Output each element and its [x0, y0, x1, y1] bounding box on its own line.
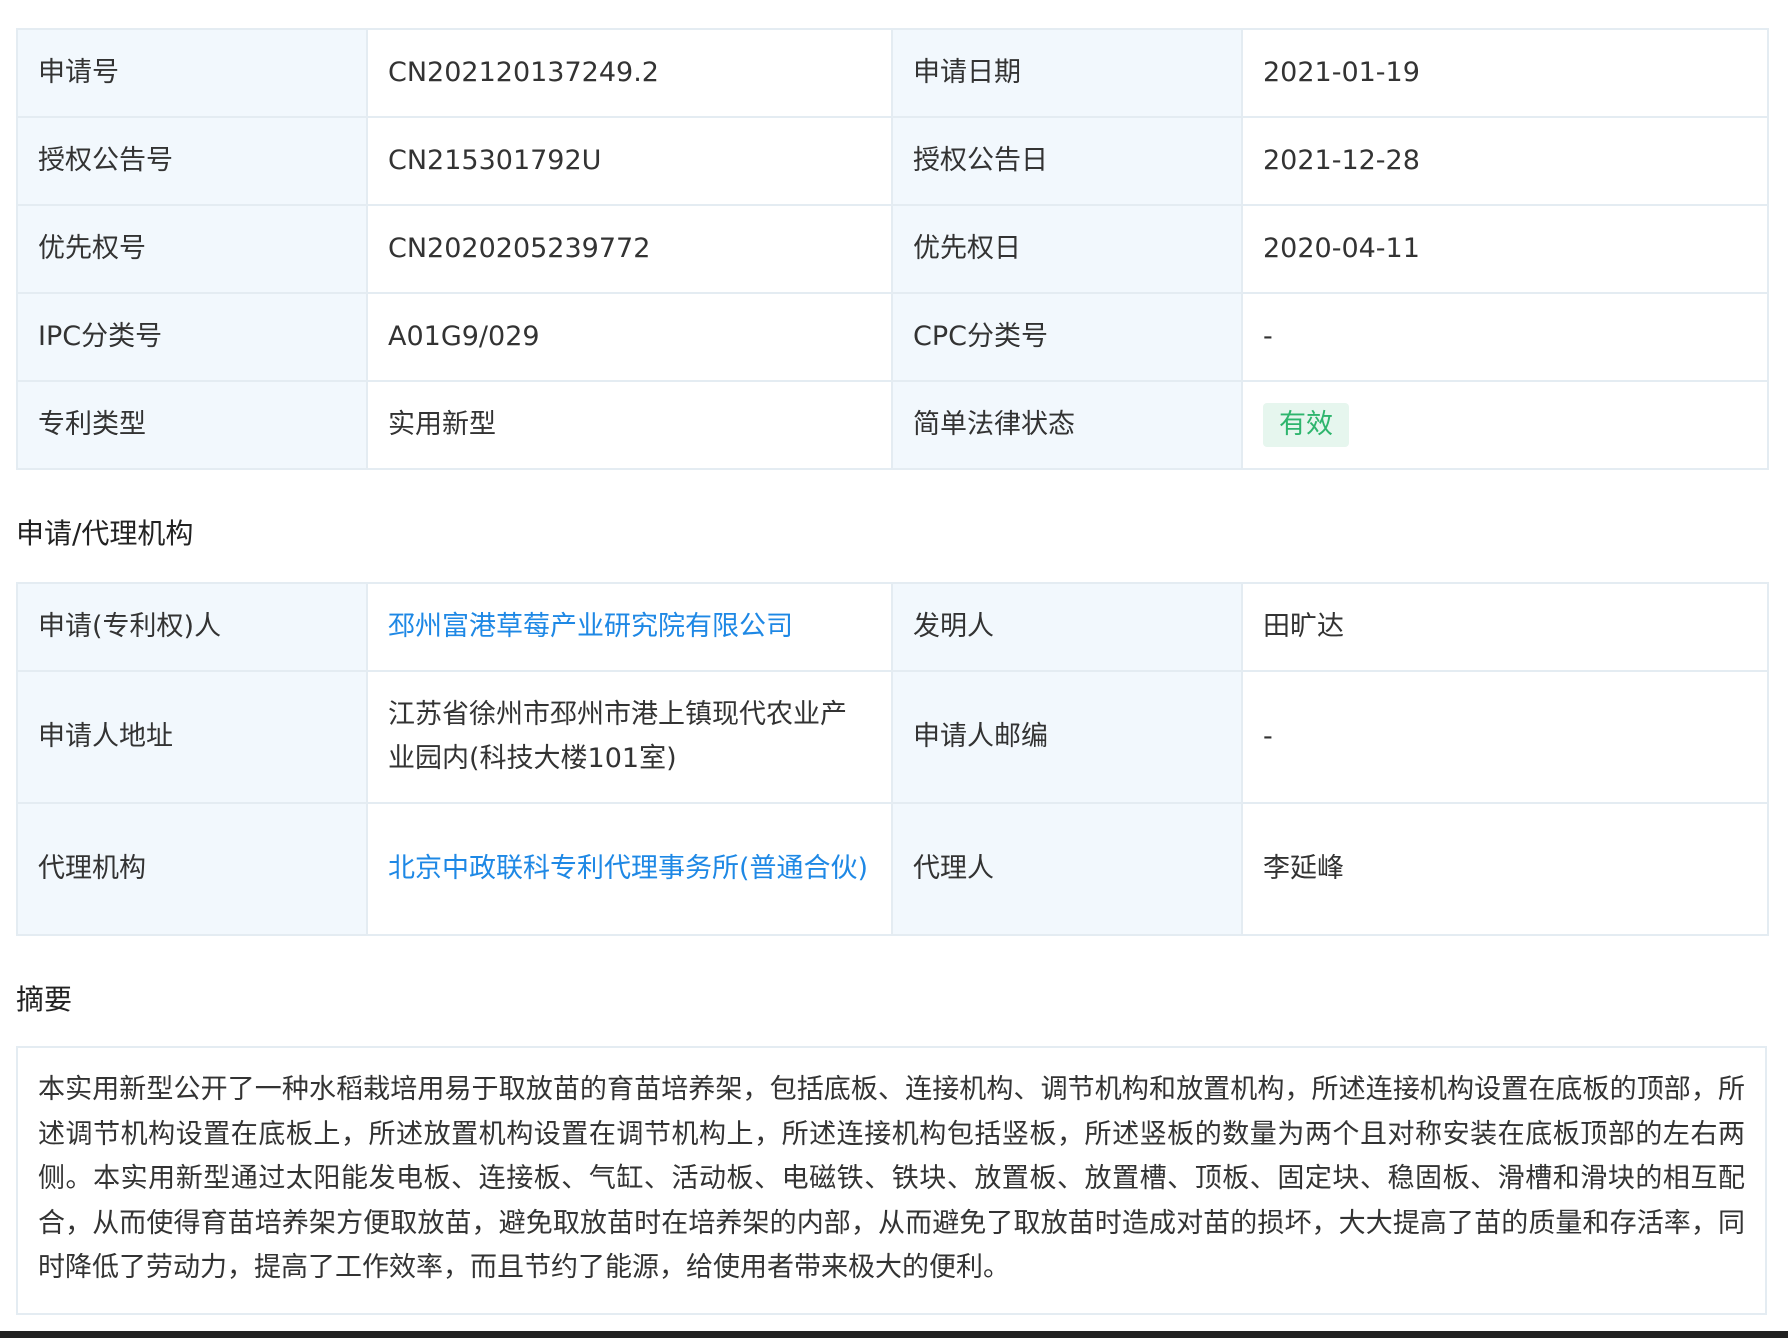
priority-number-value: CN2020205239772: [366, 204, 893, 294]
bottom-divider: [0, 1331, 1788, 1338]
ipc-label: IPC分类号: [16, 292, 368, 382]
basic-info-table: 申请号 CN202120137249.2 申请日期 2021-01-19 授权公…: [16, 28, 1769, 470]
priority-number-label: 优先权号: [16, 204, 368, 294]
application-number-label: 申请号: [16, 28, 368, 118]
abstract-section-title: 摘要: [16, 983, 73, 1016]
status-badge: 有效: [1263, 403, 1349, 447]
grant-number-label: 授权公告号: [16, 116, 368, 206]
grant-date-label: 授权公告日: [891, 116, 1243, 206]
applicant-address-value: 江苏省徐州市邳州市港上镇现代农业产业园内(科技大楼101室): [366, 670, 893, 804]
agency-link[interactable]: 北京中政联科专利代理事务所(普通合伙): [388, 853, 868, 884]
application-date-value: 2021-01-19: [1241, 28, 1769, 118]
patent-type-label: 专利类型: [16, 380, 368, 470]
abstract-text: 本实用新型公开了一种水稻栽培用易于取放苗的育苗培养架，包括底板、连接机构、调节机…: [16, 1046, 1767, 1315]
inventor-value: 田旷达: [1241, 582, 1769, 672]
grant-date-value: 2021-12-28: [1241, 116, 1769, 206]
agent-value: 李延峰: [1241, 802, 1769, 936]
applicant-address-label: 申请人地址: [16, 670, 368, 804]
agency-value-cell: 北京中政联科专利代理事务所(普通合伙): [366, 802, 893, 936]
priority-date-label: 优先权日: [891, 204, 1243, 294]
legal-status-cell: 有效: [1241, 380, 1769, 470]
agency-section-title: 申请/代理机构: [16, 517, 194, 550]
priority-date-value: 2020-04-11: [1241, 204, 1769, 294]
table-row: 申请(专利权)人 邳州富港草莓产业研究院有限公司 发明人 田旷达: [16, 582, 1769, 672]
applicant-label: 申请(专利权)人: [16, 582, 368, 672]
table-row: 专利类型 实用新型 简单法律状态 有效: [16, 380, 1769, 470]
grant-number-value: CN215301792U: [366, 116, 893, 206]
table-row: 代理机构 北京中政联科专利代理事务所(普通合伙) 代理人 李延峰: [16, 802, 1769, 936]
cpc-value: -: [1241, 292, 1769, 382]
table-row: 优先权号 CN2020205239772 优先权日 2020-04-11: [16, 204, 1769, 294]
legal-status-label: 简单法律状态: [891, 380, 1243, 470]
applicant-zip-value: -: [1241, 670, 1769, 804]
agent-label: 代理人: [891, 802, 1243, 936]
table-row: 授权公告号 CN215301792U 授权公告日 2021-12-28: [16, 116, 1769, 206]
table-row: IPC分类号 A01G9/029 CPC分类号 -: [16, 292, 1769, 382]
agency-table: 申请(专利权)人 邳州富港草莓产业研究院有限公司 发明人 田旷达 申请人地址 江…: [16, 582, 1769, 936]
agency-label: 代理机构: [16, 802, 368, 936]
cpc-label: CPC分类号: [891, 292, 1243, 382]
table-row: 申请人地址 江苏省徐州市邳州市港上镇现代农业产业园内(科技大楼101室) 申请人…: [16, 670, 1769, 804]
applicant-link[interactable]: 邳州富港草莓产业研究院有限公司: [388, 611, 793, 642]
applicant-zip-label: 申请人邮编: [891, 670, 1243, 804]
application-number-value: CN202120137249.2: [366, 28, 893, 118]
ipc-value: A01G9/029: [366, 292, 893, 382]
application-date-label: 申请日期: [891, 28, 1243, 118]
patent-type-value: 实用新型: [366, 380, 893, 470]
table-row: 申请号 CN202120137249.2 申请日期 2021-01-19: [16, 28, 1769, 118]
inventor-label: 发明人: [891, 582, 1243, 672]
applicant-value-cell: 邳州富港草莓产业研究院有限公司: [366, 582, 893, 672]
patent-detail-page: 申请号 CN202120137249.2 申请日期 2021-01-19 授权公…: [16, 28, 1769, 1315]
